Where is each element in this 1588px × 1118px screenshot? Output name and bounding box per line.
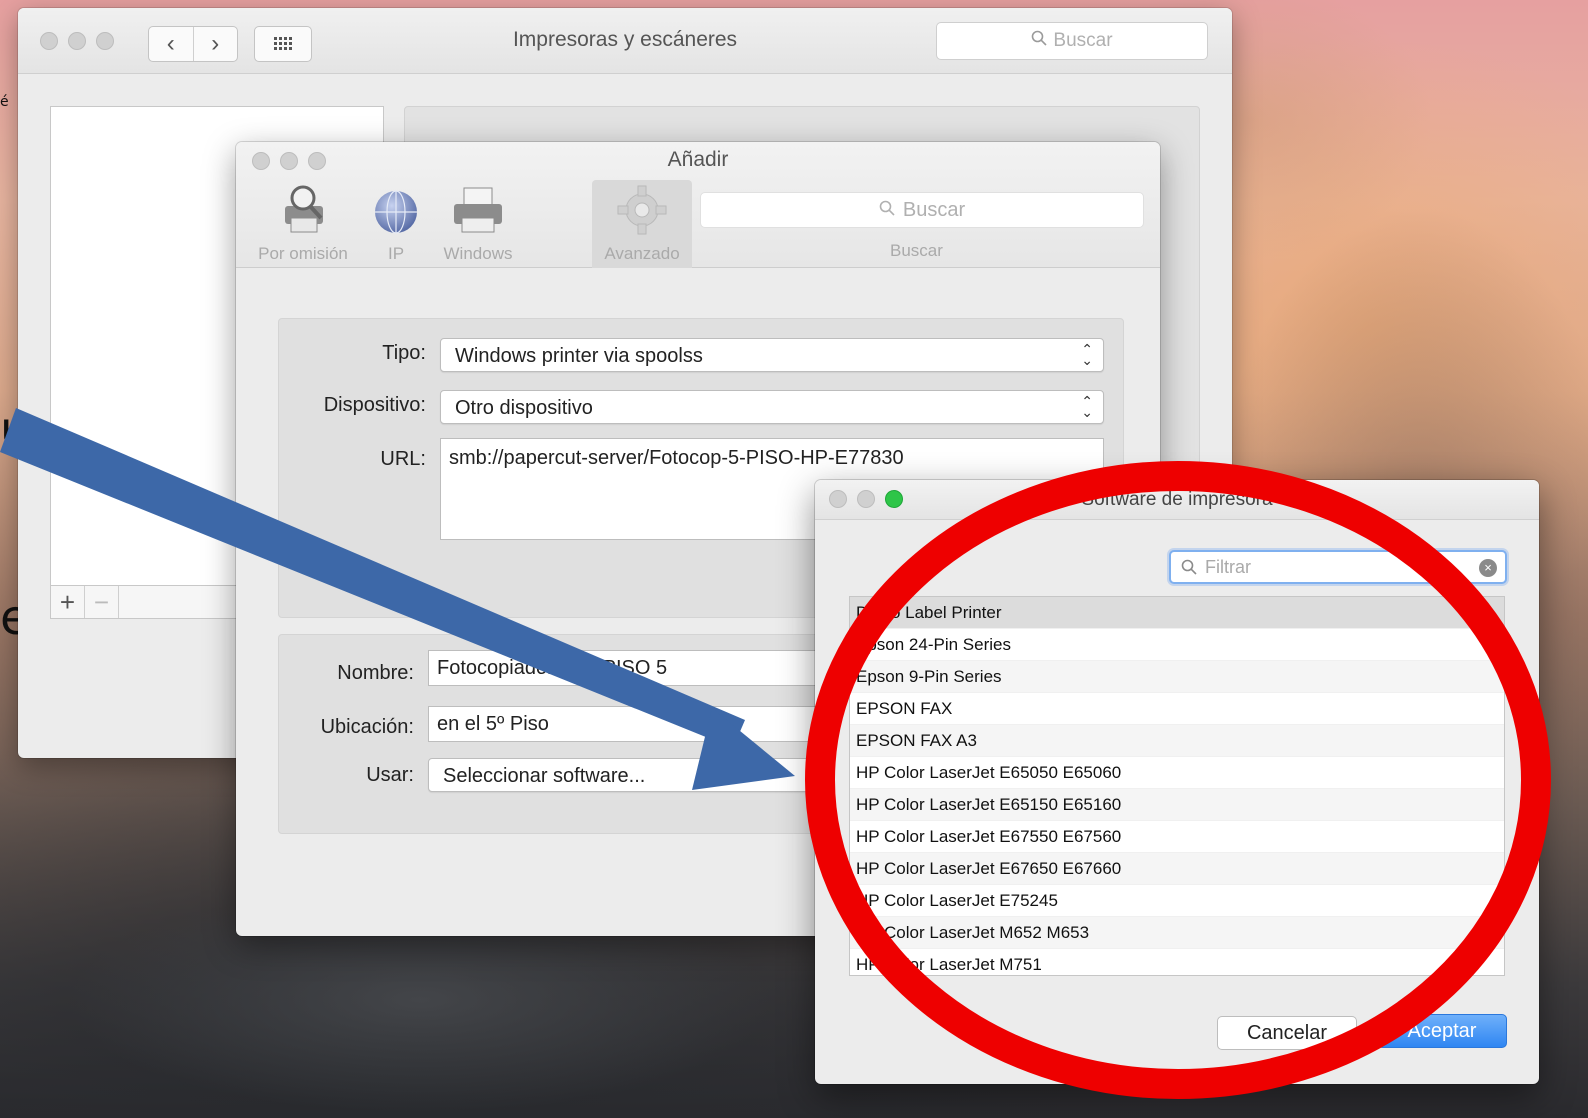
tipo-label: Tipo: bbox=[382, 342, 426, 364]
remove-printer-button[interactable]: − bbox=[85, 586, 119, 618]
toolbar-advanced-label: Avanzado bbox=[604, 244, 680, 263]
list-item[interactable]: Dymo Label Printer bbox=[850, 597, 1504, 629]
toolbar-default-label: Por omisión bbox=[258, 244, 348, 263]
usar-value: Seleccionar software... bbox=[443, 765, 646, 787]
list-item[interactable]: HP Color LaserJet E67650 E67660 bbox=[850, 853, 1504, 885]
list-item[interactable]: HP Color LaserJet E67550 E67560 bbox=[850, 821, 1504, 853]
tipo-value: Windows printer via spoolss bbox=[455, 345, 703, 367]
toolbar-default[interactable]: Por omisión bbox=[248, 180, 358, 268]
globe-icon bbox=[375, 190, 417, 234]
gear-icon bbox=[617, 185, 667, 235]
list-item[interactable]: HP Color LaserJet M751 bbox=[850, 949, 1504, 975]
toolbar-windows[interactable]: Windows bbox=[432, 180, 524, 268]
updown-arrows-icon: ⌃ ⌄ bbox=[1081, 341, 1093, 368]
list-item[interactable]: HP Color LaserJet M652 M653 bbox=[850, 917, 1504, 949]
dispositivo-label: Dispositivo: bbox=[323, 394, 426, 416]
search-icon bbox=[1031, 30, 1047, 52]
list-item[interactable]: EPSON FAX A3 bbox=[850, 725, 1504, 757]
list-item[interactable]: Epson 9-Pin Series bbox=[850, 661, 1504, 693]
add-search-field[interactable]: Buscar bbox=[700, 192, 1144, 228]
search-icon bbox=[1181, 559, 1197, 575]
printer-software-dialog: Software de impresora Filtrar × Dymo Lab… bbox=[815, 480, 1539, 1084]
cancel-button[interactable]: Cancelar bbox=[1217, 1016, 1357, 1050]
toolbar-windows-label: Windows bbox=[443, 244, 513, 263]
dialog-titlebar: Software de impresora bbox=[815, 480, 1539, 520]
updown-arrows-icon: ⌃ ⌄ bbox=[1081, 393, 1093, 420]
add-printer-button[interactable]: + bbox=[51, 586, 85, 618]
filter-field[interactable]: Filtrar × bbox=[1169, 550, 1507, 584]
search-placeholder: Buscar bbox=[902, 198, 966, 221]
toolbar-ip[interactable]: IP bbox=[364, 180, 428, 268]
list-item[interactable]: EPSON FAX bbox=[850, 693, 1504, 725]
url-label: URL: bbox=[380, 448, 426, 470]
clear-icon[interactable]: × bbox=[1479, 559, 1497, 577]
usar-label: Usar: bbox=[366, 764, 414, 786]
printer-magnifier-icon bbox=[285, 185, 323, 233]
dispositivo-select[interactable]: Otro dispositivo ⌃ ⌄ bbox=[440, 390, 1104, 424]
toolbar-ip-label: IP bbox=[387, 244, 405, 263]
search-icon bbox=[879, 199, 895, 222]
accept-button[interactable]: Aceptar bbox=[1377, 1014, 1507, 1048]
search-field[interactable]: Buscar bbox=[936, 22, 1208, 60]
nombre-label: Nombre: bbox=[337, 662, 414, 684]
software-list[interactable]: Dymo Label Printer Epson 24-Pin Series Eps… bbox=[849, 596, 1505, 976]
toolbar-advanced[interactable]: Avanzado bbox=[592, 180, 692, 268]
search-placeholder: Buscar bbox=[1053, 30, 1113, 51]
dispositivo-value: Otro dispositivo bbox=[455, 397, 593, 419]
background-text-fragment: é bbox=[0, 94, 9, 110]
dialog-title: Añadir bbox=[667, 148, 729, 171]
dialog-title: Software de impresora bbox=[1081, 489, 1273, 510]
search-label: Buscar bbox=[890, 241, 943, 260]
list-item[interactable]: HP Color LaserJet E75245 bbox=[850, 885, 1504, 917]
list-item[interactable]: Epson 24-Pin Series bbox=[850, 629, 1504, 661]
window-titlebar: ‹ › Impresoras y escáneres Buscar bbox=[18, 8, 1232, 74]
tipo-select[interactable]: Windows printer via spoolss ⌃ ⌄ bbox=[440, 338, 1104, 372]
list-item[interactable]: HP Color LaserJet E65050 E65060 bbox=[850, 757, 1504, 789]
add-dialog-toolbar: Añadir Por omisión IP Windows Avanzado B… bbox=[236, 142, 1160, 268]
ubicacion-label: Ubicación: bbox=[320, 716, 414, 738]
filter-placeholder: Filtrar bbox=[1205, 556, 1251, 577]
list-item[interactable]: HP Color LaserJet E65150 E65160 bbox=[850, 789, 1504, 821]
printer-icon bbox=[454, 187, 502, 233]
